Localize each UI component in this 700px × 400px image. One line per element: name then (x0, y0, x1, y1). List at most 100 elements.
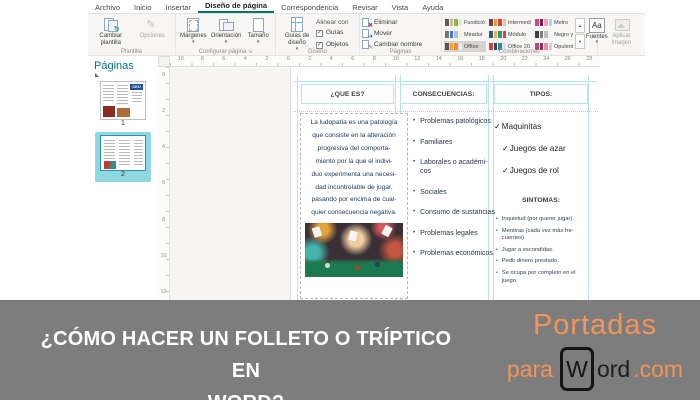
tab-revisar[interactable]: Revisar (345, 2, 384, 13)
casino-photo (305, 223, 403, 278)
dropdown-arrow-icon: ▾ (192, 39, 195, 46)
thumbnail-photo (104, 161, 116, 169)
alinear-con-label: Alinear con (316, 19, 349, 26)
column2-list-box[interactable]: • Problemas patológicos • Familiares • Labo… (413, 117, 497, 258)
tab-inicio[interactable]: Inicio (127, 2, 159, 13)
color-scheme-fundicion[interactable]: Fundición (444, 17, 486, 28)
logo-para-text: para (506, 355, 553, 382)
banner-title: ¿CÓMO HACER UN FOLLETO O TRÍPTICO EN WOR… (40, 328, 452, 400)
margenes-button[interactable]: Márgenes ▾ (178, 16, 209, 45)
checkmark-icon: ✓ (494, 122, 501, 131)
margin-guide (588, 75, 589, 301)
brochure-page[interactable]: ¿QUE ES? CONSECUENCIAS: TIPOS: La ludopa… (290, 67, 600, 301)
logo-second-line: para W ord .com (495, 347, 695, 391)
column3-header-box[interactable]: TIPOS: (494, 84, 588, 104)
logo-com-text: .com (633, 355, 684, 382)
group-configurar-pagina: Márgenes ▾ Orientación ▾ Tamaño ▾ Config… (176, 14, 276, 55)
page-thumbnail-1[interactable]: CEU 1 (88, 81, 158, 127)
publisher-window: Archivo Inicio Insertar Diseño de página… (88, 0, 645, 301)
checkbox-checked-icon: ✓ (316, 29, 323, 37)
margins-icon (185, 17, 201, 32)
tamano-button[interactable]: Tamaño ▾ (243, 16, 273, 45)
group-label-diseno: Diseño (308, 49, 327, 55)
color-scheme-mirador[interactable]: Mirador (444, 29, 486, 40)
list-item: • Inquietud (por querer jugar). (496, 216, 574, 222)
scheme-swatch (489, 31, 506, 38)
ceu-logo: CEU (130, 84, 143, 90)
pages-panel: Páginas CEU 1 2 (88, 56, 158, 301)
ribbon: ↻ Cambiar plantilla ✎ Opciones Plantilla (88, 14, 645, 56)
thumbnail-page-1-preview: CEU (100, 81, 146, 120)
color-scheme-metro[interactable]: Metro (534, 17, 574, 28)
poker-chip (375, 262, 380, 268)
guias-de-diseno-button[interactable]: Guías de diseño ▾ (278, 16, 316, 52)
options-pencil-icon: ✎ (146, 19, 156, 31)
vertical-ruler-column: 02 46 8 10 12 (158, 56, 170, 301)
logo-w-document-icon: W (559, 347, 594, 391)
symptoms-list-box[interactable]: • Inquietud (por querer jugar). • Mentiras… (496, 216, 588, 285)
collapse-triangle-icon[interactable] (95, 73, 99, 77)
workspace: Páginas CEU 1 2 0 2 4 6 8 10 12 10 8 6 4… (88, 56, 645, 301)
document-canvas: ¿QUE ES? CONSECUENCIAS: TIPOS: La ludopa… (170, 67, 600, 301)
tab-archivo[interactable]: Archivo (88, 2, 127, 13)
aplicar-imagen-button[interactable]: Aplicar imagen (600, 16, 643, 48)
list-item: • Problemas legales (413, 229, 478, 237)
scroll-up-icon[interactable]: ▲ (575, 18, 585, 33)
color-scheme-negro-y[interactable]: Negro y ... (534, 29, 574, 40)
logo-ord-text: ord (596, 355, 631, 382)
tab-vista[interactable]: Vista (385, 2, 416, 13)
column2-header-box[interactable]: CONSECUENCIAS: (400, 84, 487, 104)
canvas-column: 10 8 64 20 24 68 10 12 14 16 18 20 22 24 26 28 (170, 56, 600, 301)
portadas-para-word-logo: Portadas para W ord .com (495, 308, 695, 391)
column1-header-box[interactable]: ¿QUE ES? (301, 84, 394, 104)
orientacion-button[interactable]: Orientación ▾ (209, 16, 244, 45)
opciones-button[interactable]: ✎ Opciones (132, 16, 174, 41)
scroll-down-icon[interactable]: ▼ (575, 34, 585, 49)
list-item: • Familiares (413, 138, 453, 146)
scheme-swatch (445, 31, 462, 38)
poker-chip (325, 263, 330, 269)
list-item: • Problemas patológicos (413, 118, 491, 125)
vertical-ruler: 02 46 8 10 12 (158, 67, 170, 301)
thumbnail-selection-highlight: 2 (95, 132, 151, 182)
group-plantilla: ↻ Cambiar plantilla ✎ Opciones Plantilla (88, 14, 176, 55)
group-label-configurar: Configurar página ⇲ (198, 49, 253, 55)
dialog-launcher-icon[interactable]: ⇲ (248, 49, 252, 55)
screenshot-stage: Archivo Inicio Insertar Diseño de página… (0, 0, 700, 400)
dropdown-arrow-icon: ▾ (256, 39, 260, 46)
poker-chip (355, 265, 360, 271)
orientation-icon (218, 17, 235, 32)
checkbox-guias[interactable]: ✓ Guías (316, 28, 349, 38)
page-2-number: 2 (121, 171, 125, 178)
playing-card (311, 226, 323, 239)
tab-ayuda[interactable]: Ayuda (415, 2, 450, 13)
page-thumbnail-2-selected[interactable]: 2 (88, 132, 158, 182)
group-paginas: ✖ Eliminar ➔ Mover ✎ Cambiar nombre Pági… (360, 14, 442, 55)
horizontal-ruler: 10 8 64 20 24 68 10 12 14 16 18 20 22 24 26 28 (170, 56, 600, 67)
margin-guide (293, 81, 598, 82)
delete-page-icon: ✖ (362, 17, 373, 29)
column1-text-box[interactable]: La ludopatía es una patología que consis… (300, 113, 408, 299)
check-item: ✓Juegos de azar (502, 144, 566, 153)
group-diseno: Guías de diseño ▾ Alinear con ✓ Guías ✓ … (276, 14, 360, 55)
cambiar-plantilla-button[interactable]: ↻ Cambiar plantilla (90, 16, 132, 48)
bottom-banner: ¿CÓMO HACER UN FOLLETO O TRÍPTICO EN WOR… (0, 300, 700, 400)
apply-image-icon (614, 17, 630, 32)
color-scheme-modulo[interactable]: Módulo (488, 29, 532, 40)
tab-diseno-de-pagina[interactable]: Diseño de página (197, 0, 275, 13)
mover-button[interactable]: ➔ Mover (362, 28, 392, 40)
playing-card (381, 224, 393, 238)
tab-correspondencia[interactable]: Correspondencia (274, 2, 345, 13)
logo-portadas-text: Portadas (532, 309, 658, 341)
color-scheme-intermedio[interactable]: Intermedio (488, 17, 532, 28)
list-item: • Jugar a escondidas. (496, 246, 554, 253)
margin-guide (297, 75, 298, 301)
column3-checklist-box[interactable]: ✓Maquinitas ✓Juegos de azar ✓Juegos de r… (494, 122, 588, 188)
group-label-plantilla: Plantilla (120, 49, 142, 55)
checkmark-icon: ✓ (502, 144, 509, 153)
tab-insertar[interactable]: Insertar (159, 2, 198, 13)
playing-card (347, 230, 359, 243)
move-page-icon: ➔ (362, 28, 373, 40)
eliminar-button[interactable]: ✖ Eliminar (362, 17, 397, 29)
layout-guides-icon (289, 17, 305, 32)
